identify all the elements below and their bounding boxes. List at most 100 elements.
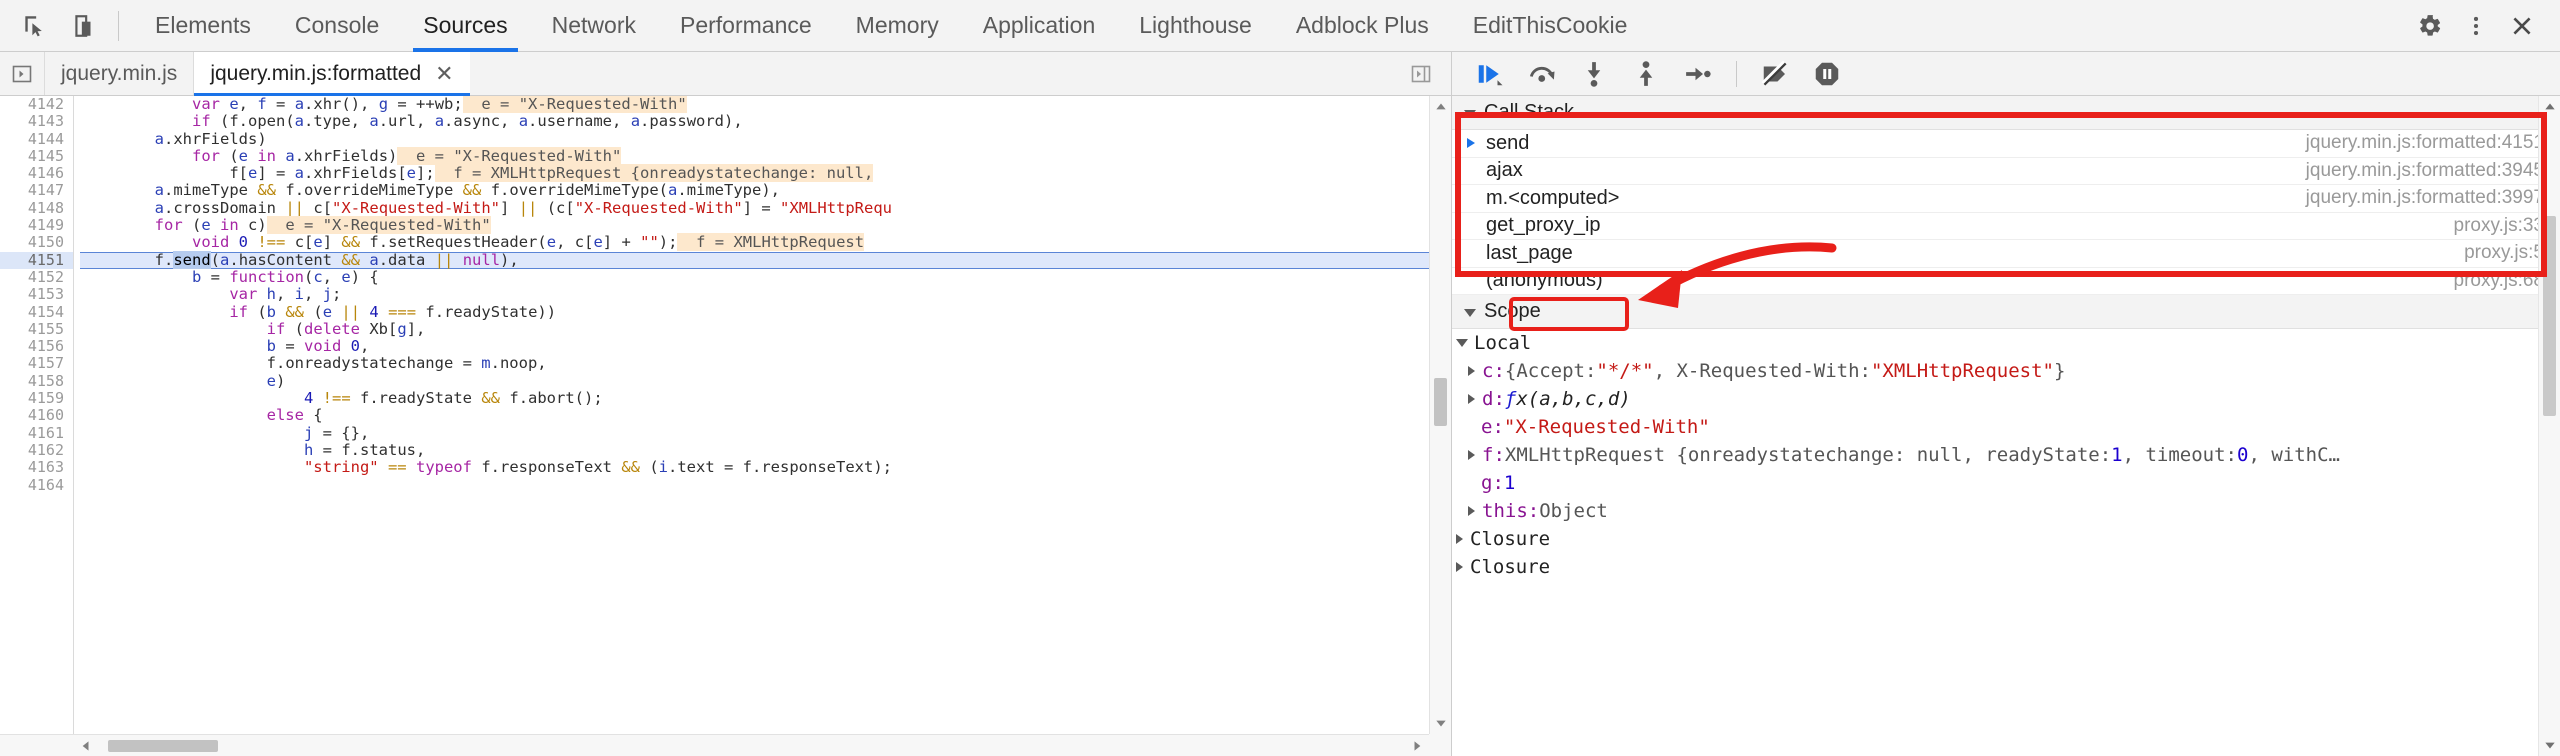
scope-variable-row[interactable]: c: {Accept: "*/*", X-Requested-With: "XM… (1452, 357, 2560, 385)
code-line[interactable]: j = {}, (80, 424, 1451, 442)
code-line[interactable]: void 0 !== c[e] && f.setRequestHeader(e,… (80, 233, 1451, 252)
gear-icon[interactable] (2410, 6, 2450, 46)
pause-on-exceptions-button[interactable] (1803, 54, 1851, 94)
scroll-up-arrow-icon[interactable] (2539, 96, 2560, 118)
code-line[interactable] (80, 477, 1451, 494)
line-number[interactable]: 4151 (0, 251, 73, 269)
line-number[interactable]: 4156 (0, 337, 73, 355)
device-toolbar-icon[interactable] (64, 6, 104, 46)
scrollbar-thumb[interactable] (1434, 378, 1447, 426)
tab-elements[interactable]: Elements (133, 0, 273, 52)
line-number[interactable]: 4160 (0, 407, 73, 425)
scroll-right-arrow-icon[interactable] (1407, 735, 1429, 756)
line-number[interactable]: 4146 (0, 164, 73, 182)
call-stack-frame[interactable]: last_page proxy.js:5 (1452, 240, 2560, 268)
call-stack-frame[interactable]: send jquery.min.js:formatted:4151 (1452, 130, 2560, 158)
code-line[interactable]: for (e in c) e = "X-Requested-With" (80, 216, 1451, 235)
code-line[interactable]: b = function(c, e) { (80, 268, 1451, 286)
chevron-right-icon[interactable] (1468, 450, 1475, 460)
scope-group-closure[interactable]: Closure (1452, 525, 2560, 553)
scope-variable-row[interactable]: e: "X-Requested-With" (1452, 413, 2560, 441)
scroll-up-arrow-icon[interactable] (1430, 96, 1451, 118)
call-stack-frame-location[interactable]: proxy.js:33 (2454, 215, 2544, 237)
code-editor[interactable]: 4142 4143 4144 4145 4146 4147 4148 4149 4150 4151… (0, 96, 1451, 756)
line-number[interactable]: 4154 (0, 303, 73, 321)
scope-variable-row[interactable]: g: 1 (1452, 469, 2560, 497)
tab-performance[interactable]: Performance (658, 0, 834, 52)
deactivate-breakpoints-button[interactable] (1751, 54, 1799, 94)
tab-console[interactable]: Console (273, 0, 401, 52)
line-number[interactable]: 4162 (0, 441, 73, 459)
code-line[interactable]: "string" == typeof f.responseText && (i.… (80, 459, 1451, 476)
line-number[interactable]: 4152 (0, 268, 73, 286)
inspect-element-icon[interactable] (14, 6, 54, 46)
call-stack-frame[interactable]: m.<computed> jquery.min.js:formatted:3997 (1452, 185, 2560, 213)
close-icon[interactable]: ✕ (435, 62, 453, 85)
tab-adblock-plus[interactable]: Adblock Plus (1274, 0, 1451, 52)
code-line-executing[interactable]: f.send(a.hasContent && a.data || null), (80, 250, 1451, 269)
call-stack-frame-location[interactable]: proxy.js:5 (2464, 242, 2544, 264)
tab-editthiscookie[interactable]: EditThisCookie (1451, 0, 1650, 52)
line-number[interactable]: 4150 (0, 234, 73, 252)
code-line[interactable]: if (delete Xb[g], (80, 320, 1451, 338)
file-tab-jquery-min-js-formatted[interactable]: jquery.min.js:formatted ✕ (193, 52, 470, 96)
show-navigator-icon[interactable] (0, 52, 44, 95)
editor-vertical-scrollbar[interactable] (1429, 96, 1451, 734)
call-stack-frame-location[interactable]: jquery.min.js:formatted:3997 (2306, 187, 2544, 209)
code-line[interactable]: h = f.status, (80, 441, 1451, 459)
chevron-right-icon[interactable] (1468, 366, 1475, 376)
code-line[interactable]: if (b && (e || 4 === f.readyState)) (80, 303, 1451, 321)
line-number[interactable]: 4158 (0, 372, 73, 390)
editor-horizontal-scrollbar[interactable] (0, 734, 1429, 756)
step-over-next-function-call-button[interactable] (1518, 54, 1566, 94)
show-debugger-icon[interactable] (1399, 62, 1443, 86)
line-number[interactable]: 4163 (0, 458, 73, 476)
scope-group-closure[interactable]: Closure (1452, 553, 2560, 581)
line-number[interactable]: 4157 (0, 355, 73, 373)
call-stack-frame-location[interactable]: jquery.min.js:formatted:3945 (2306, 160, 2544, 182)
kebab-menu-icon[interactable] (2456, 6, 2496, 46)
line-number[interactable]: 4148 (0, 199, 73, 217)
scope-group-local[interactable]: Local (1452, 329, 2560, 357)
code-line[interactable]: var e, f = a.xhr(), g = ++wb; e = "X-Req… (80, 96, 1451, 113)
code-content[interactable]: var e, f = a.xhr(), g = ++wb; e = "X-Req… (74, 96, 1451, 756)
tab-lighthouse[interactable]: Lighthouse (1117, 0, 1274, 52)
chevron-right-icon[interactable] (1468, 394, 1475, 404)
line-number[interactable]: 4145 (0, 147, 73, 165)
code-line[interactable]: f[e] = a.xhrFields[e]; f = XMLHttpReques… (80, 164, 1451, 183)
code-line[interactable]: a.crossDomain || c["X-Requested-With"] |… (80, 199, 1451, 217)
call-stack-frame-location[interactable]: jquery.min.js:formatted:4151 (2306, 132, 2544, 154)
resume-script-execution-button[interactable] (1466, 54, 1514, 94)
scope-variable-row[interactable]: f: XMLHttpRequest {onreadystatechange: n… (1452, 441, 2560, 469)
call-stack-frame[interactable]: ajax jquery.min.js:formatted:3945 (1452, 158, 2560, 185)
step-button[interactable] (1674, 54, 1722, 94)
tab-sources[interactable]: Sources (401, 0, 529, 52)
line-number[interactable]: 4147 (0, 182, 73, 200)
line-number[interactable]: 4153 (0, 285, 73, 303)
scroll-left-arrow-icon[interactable] (74, 735, 96, 756)
code-line[interactable]: a.mimeType && f.overrideMimeType && f.ov… (80, 182, 1451, 199)
line-number[interactable]: 4142 (0, 96, 73, 113)
code-line[interactable]: 4 !== f.readyState && f.abort(); (80, 389, 1451, 407)
line-number[interactable]: 4143 (0, 112, 73, 130)
scroll-down-arrow-icon[interactable] (2539, 734, 2560, 756)
scope-variable-row[interactable]: d: ƒ x(a,b,c,d) (1452, 385, 2560, 413)
code-line[interactable]: if (f.open(a.type, a.url, a.async, a.use… (80, 113, 1451, 130)
code-line[interactable]: f.onreadystatechange = m.noop, (80, 355, 1451, 372)
code-line[interactable]: for (e in a.xhrFields) e = "X-Requested-… (80, 146, 1451, 165)
chevron-right-icon[interactable] (1468, 506, 1475, 516)
tab-memory[interactable]: Memory (834, 0, 961, 52)
scrollbar-thumb[interactable] (2543, 216, 2556, 416)
chevron-right-icon[interactable] (1456, 562, 1463, 572)
code-line[interactable]: else { (80, 407, 1451, 424)
code-line[interactable]: e) (80, 372, 1451, 390)
line-number[interactable]: 4144 (0, 130, 73, 148)
chevron-down-icon[interactable] (1456, 339, 1468, 347)
scroll-down-arrow-icon[interactable] (1430, 712, 1451, 734)
code-line[interactable]: var h, i, j; (80, 286, 1451, 303)
code-line[interactable]: a.xhrFields) (80, 130, 1451, 148)
line-number[interactable]: 4155 (0, 320, 73, 338)
scrollbar-thumb[interactable] (108, 740, 218, 752)
tab-network[interactable]: Network (530, 0, 658, 52)
call-stack-frame[interactable]: get_proxy_ip proxy.js:33 (1452, 213, 2560, 240)
